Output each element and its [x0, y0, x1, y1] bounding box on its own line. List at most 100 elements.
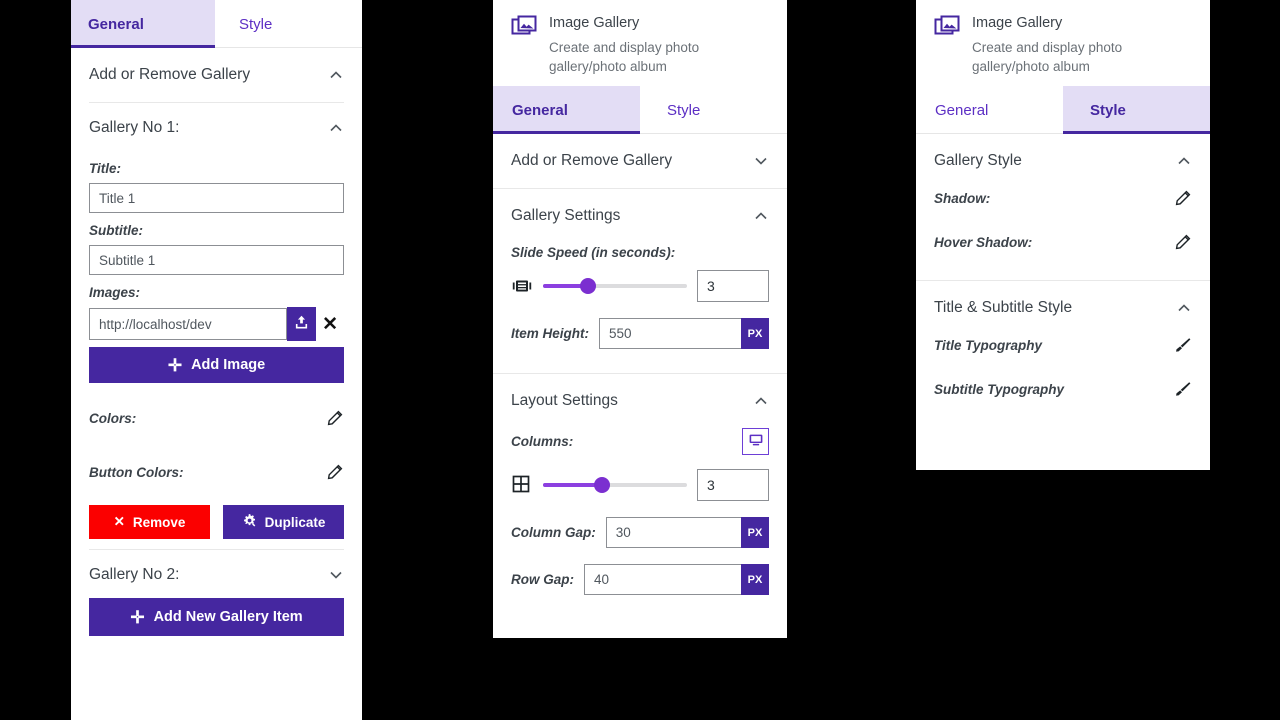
pencil-icon[interactable] — [1174, 233, 1192, 251]
row-gap-label: Row Gap: — [511, 572, 574, 588]
tabs-right: General Style — [916, 86, 1210, 135]
columns-header: Columns: — [511, 428, 769, 456]
tab-general[interactable]: General — [71, 0, 215, 48]
image-url-input[interactable] — [89, 308, 288, 340]
duplicate-gallery-button[interactable]: Duplicate — [223, 505, 344, 539]
tabs-middle: General Style — [493, 86, 787, 135]
section-title: Layout Settings — [511, 392, 618, 410]
widget-description: Create and display photo gallery/photo a… — [549, 40, 700, 75]
section-title: Title & Subtitle Style — [934, 299, 1073, 317]
section-title: Add or Remove Gallery — [511, 152, 673, 170]
widget-description: Create and display photo gallery/photo a… — [972, 40, 1123, 75]
tabs-left: General Style — [71, 0, 362, 48]
section-title: Add or Remove Gallery — [89, 66, 251, 83]
columns-input[interactable] — [697, 469, 769, 502]
section-layout-settings[interactable]: Layout Settings — [493, 374, 787, 414]
widget-title: Image Gallery — [549, 15, 640, 31]
widget-header: Image Gallery Create and display photo g… — [916, 0, 1210, 86]
panel-general-left: General Style Add or Remove Gallery Gall… — [71, 0, 362, 720]
close-icon: ✕ — [113, 514, 125, 529]
chevron-up-icon — [753, 208, 769, 224]
slide-speed-slider[interactable] — [543, 278, 687, 295]
layout-settings-body: Columns: 3 Column Gap: 30 PX Row Gap: 40… — [493, 428, 787, 596]
remove-gallery-button[interactable]: ✕ Remove — [89, 505, 210, 539]
remove-image-button[interactable]: ✕ — [316, 308, 344, 340]
column-gap-label: Column Gap: — [511, 525, 596, 541]
subtitle-label: Subtitle: — [89, 223, 143, 238]
row-hover-shadow[interactable]: Hover Shadow: — [916, 220, 1210, 264]
images-label: Images: — [89, 285, 141, 300]
section-title: Gallery Style — [934, 152, 1022, 170]
item-height-input[interactable] — [599, 318, 741, 350]
row-shadow[interactable]: Shadow: — [916, 176, 1210, 220]
row-subtitle-typography[interactable]: Subtitle Typography — [916, 367, 1210, 411]
title-label: Title: — [89, 161, 122, 176]
row-gap-control: Row Gap: PX — [511, 564, 769, 596]
item-height-unit[interactable]: PX — [741, 318, 769, 350]
pencil-icon[interactable] — [326, 463, 344, 481]
section-gallery-settings[interactable]: Gallery Settings — [493, 189, 787, 229]
title-typography-label: Title Typography — [934, 337, 1043, 353]
brush-icon[interactable] — [1174, 380, 1192, 398]
tab-style[interactable]: Style — [640, 86, 787, 133]
plus-icon: ✛ — [130, 607, 145, 627]
slider-knob[interactable] — [594, 477, 611, 494]
image-url-row: ✕ — [89, 307, 344, 341]
gallery-1-body: Gallery No 1: Title: Subtitle: Images: — [71, 103, 362, 539]
widget-title: Image Gallery — [972, 15, 1063, 31]
row-gap-unit[interactable]: PX — [741, 564, 769, 596]
columns-slider[interactable] — [543, 477, 687, 494]
add-new-gallery-item-button[interactable]: ✛ Add New Gallery Item — [89, 598, 344, 636]
section-title-subtitle-style[interactable]: Title & Subtitle Style — [916, 281, 1210, 323]
close-icon: ✕ — [322, 313, 338, 335]
section-add-or-remove-gallery[interactable]: Add or Remove Gallery — [493, 134, 787, 188]
accordion-label: Gallery No 2: — [89, 566, 180, 583]
subtitle-input[interactable] — [89, 245, 344, 275]
chevron-up-icon — [328, 120, 344, 136]
chevron-up-icon — [328, 67, 344, 83]
row-gap-input[interactable] — [584, 564, 741, 596]
button-colors-row[interactable]: Button Colors: — [89, 431, 344, 485]
tab-style[interactable]: Style — [1063, 86, 1210, 135]
section-title: Gallery Settings — [511, 207, 621, 225]
column-gap-control: Column Gap: PX — [511, 517, 769, 549]
column-gap-unit[interactable]: PX — [741, 517, 769, 549]
gallery-actions: ✕ Remove Duplicate — [89, 505, 344, 539]
slide-speed-label: Slide Speed (in seconds): — [511, 245, 676, 261]
section-gallery-style[interactable]: Gallery Style — [916, 134, 1210, 176]
brush-icon[interactable] — [1174, 336, 1192, 354]
tab-style[interactable]: Style — [215, 0, 359, 47]
section-add-or-remove-gallery[interactable]: Add or Remove Gallery — [71, 48, 362, 102]
accordion-gallery-no-2[interactable]: Gallery No 2: — [89, 550, 344, 598]
slide-speed-input[interactable] — [697, 270, 769, 303]
panel-general-middle: Image Gallery Create and display photo g… — [493, 0, 787, 638]
colors-row[interactable]: Colors: — [89, 383, 344, 431]
add-new-gallery-item-label: Add New Gallery Item — [153, 609, 303, 625]
slider-knob[interactable] — [579, 278, 596, 295]
chevron-down-icon — [753, 153, 769, 169]
upload-image-button[interactable] — [287, 307, 317, 341]
gallery-settings-body: Slide Speed (in seconds): 3 Item Height:… — [493, 245, 787, 373]
accordion-gallery-no-1[interactable]: Gallery No 1: — [89, 103, 344, 151]
subtitle-typography-label: Subtitle Typography — [934, 381, 1065, 397]
title-input[interactable] — [89, 183, 344, 213]
hover-shadow-label: Hover Shadow: — [934, 234, 1033, 250]
add-image-label: Add Image — [191, 357, 266, 373]
chevron-up-icon — [1176, 153, 1192, 169]
pencil-icon[interactable] — [326, 409, 344, 427]
grid-icon — [511, 474, 533, 496]
colors-label: Colors: — [89, 410, 137, 426]
panel-style-right: Image Gallery Create and display photo g… — [916, 0, 1210, 470]
button-colors-label: Button Colors: — [89, 464, 184, 480]
tab-general[interactable]: General — [916, 86, 1063, 133]
gear-icon — [242, 513, 257, 531]
chevron-up-icon — [1176, 300, 1192, 316]
shadow-label: Shadow: — [934, 190, 991, 206]
device-desktop-button[interactable] — [742, 428, 769, 456]
pencil-icon[interactable] — [1174, 189, 1192, 207]
tab-general[interactable]: General — [493, 86, 640, 135]
upload-icon — [293, 314, 310, 334]
row-title-typography[interactable]: Title Typography — [916, 323, 1210, 367]
add-image-button[interactable]: ✛ Add Image — [89, 347, 344, 383]
column-gap-input[interactable] — [605, 517, 741, 549]
